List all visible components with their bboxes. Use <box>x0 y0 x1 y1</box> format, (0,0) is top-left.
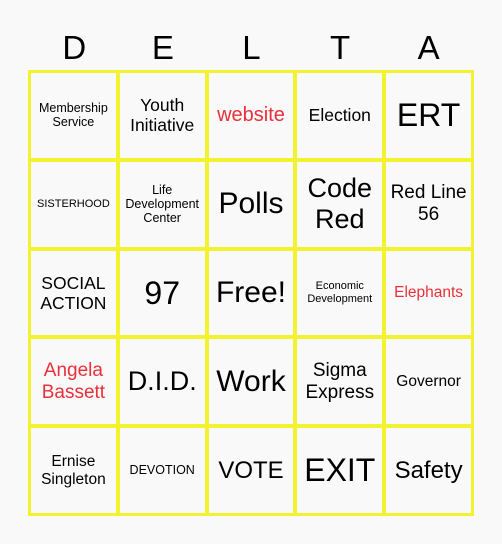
bingo-cell[interactable]: ERT <box>386 73 471 158</box>
bingo-cell[interactable]: Governor <box>386 339 471 425</box>
bingo-cell[interactable]: EXIT <box>297 428 383 513</box>
bingo-cell[interactable]: SOCIAL ACTION <box>31 250 116 336</box>
bingo-cell[interactable]: 97 <box>119 250 205 336</box>
bingo-cell[interactable]: Safety <box>386 428 471 513</box>
bingo-cell[interactable]: VOTE <box>208 428 294 513</box>
bingo-cell[interactable]: DEVOTION <box>119 428 205 513</box>
bingo-cell[interactable]: Angela Bassett <box>31 339 116 425</box>
bingo-header: D E L T A <box>30 26 473 70</box>
bingo-cell[interactable]: Polls <box>208 161 294 247</box>
bingo-cell[interactable]: Economic Development <box>297 250 383 336</box>
bingo-cell[interactable]: Ernise Singleton <box>31 428 116 513</box>
bingo-cell[interactable]: Code Red <box>297 161 383 247</box>
bingo-cell[interactable]: Sigma Express <box>297 339 383 425</box>
bingo-cell[interactable]: Red Line 56 <box>386 161 471 247</box>
bingo-board: Membership Service Youth Initiative webs… <box>28 70 474 516</box>
bingo-cell[interactable]: SISTERHOOD <box>31 161 116 247</box>
bingo-cell[interactable]: website <box>208 73 294 158</box>
bingo-cell[interactable]: Election <box>297 73 383 158</box>
header-letter-d: D <box>62 29 87 66</box>
bingo-cell[interactable]: Youth Initiative <box>119 73 205 158</box>
header-letter-t: T <box>329 29 351 66</box>
bingo-cell[interactable]: Free! <box>208 250 294 336</box>
bingo-cell[interactable]: D.I.D. <box>119 339 205 425</box>
bingo-cell[interactable]: Elephants <box>386 250 471 336</box>
header-letter-a: A <box>417 29 440 66</box>
bingo-cell[interactable]: Work <box>208 339 294 425</box>
bingo-cell[interactable]: Life Development Center <box>119 161 205 247</box>
bingo-cell[interactable]: Membership Service <box>31 73 116 158</box>
header-letter-e: E <box>151 29 174 66</box>
header-letter-l: L <box>242 29 261 66</box>
